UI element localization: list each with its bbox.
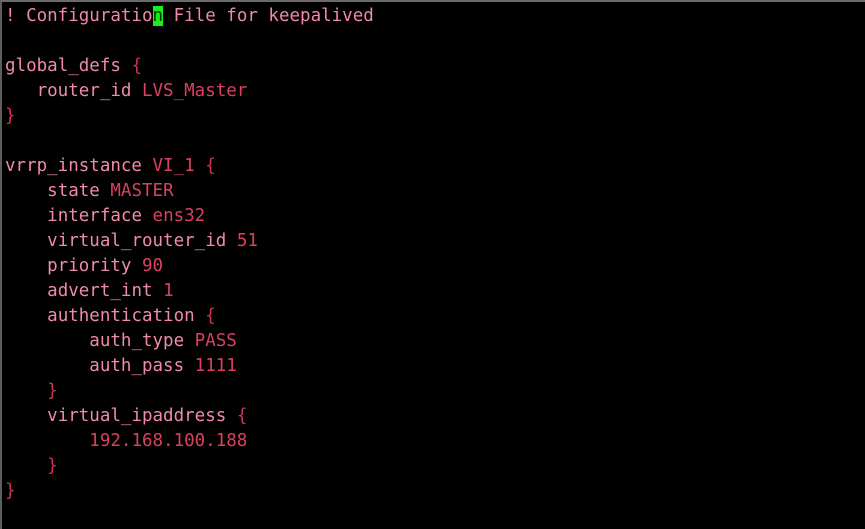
code-token-kw: virtual_router_id [47,231,227,251]
code-token-val: 51 [236,231,258,251]
code-line[interactable]: } [2,454,863,479]
code-line[interactable]: interface ens32 [2,204,863,229]
config-file-text[interactable]: ! Configuration File for keepalived glob… [2,4,863,504]
code-token-val: VI_1 [152,156,195,176]
code-token-val: 192.168.100.188 [89,431,248,451]
code-line[interactable]: auth_type PASS [2,329,863,354]
code-line[interactable]: authentication { [2,304,863,329]
code-token-val: 1111 [194,356,237,376]
code-line[interactable]: priority 90 [2,254,863,279]
code-token-kw: auth_pass [89,356,185,376]
code-line[interactable]: auth_pass 1111 [2,354,863,379]
code-token-brace: } [5,481,16,501]
code-line[interactable]: 192.168.100.188 [2,429,863,454]
code-line[interactable]: virtual_router_id 51 [2,229,863,254]
code-token-kw: global_defs [5,56,121,76]
code-line[interactable]: ! Configuration File for keepalived [2,4,863,29]
code-line[interactable]: virtual_ipaddress { [2,404,863,429]
code-token-kw: interface [47,206,142,226]
code-token-val: ens32 [152,206,206,226]
code-token-kw: vrrp_instance [5,156,142,176]
terminal-window[interactable]: ! Configuration File for keepalived glob… [0,0,865,529]
code-token-kw: auth_type [89,331,185,351]
code-line[interactable]: state MASTER [2,179,863,204]
code-token-kw: router_id [36,81,132,101]
code-line[interactable] [2,129,863,154]
code-token-brace: { [131,56,142,76]
code-token-kw: state [47,181,100,201]
code-token-kw: priority [47,256,132,276]
code-token-val: LVS_Master [141,81,248,101]
code-token-brace: { [236,406,248,426]
text-cursor[interactable]: n [152,6,164,26]
code-token-kw: virtual_ipaddress [47,406,227,426]
code-line[interactable]: vrrp_instance VI_1 { [2,154,863,179]
code-token-val: MASTER [110,181,174,201]
code-token-val: 1 [163,281,174,301]
code-token-brace: { [205,156,216,176]
code-line[interactable] [2,29,863,54]
code-token-comment: File for keepalived [163,6,374,26]
code-line[interactable]: } [2,104,863,129]
code-token-brace: { [205,306,216,326]
code-token-val: 90 [142,256,164,276]
code-token-comment: ! Configuratio [5,6,153,26]
code-line[interactable]: global_defs { [2,54,863,79]
code-line[interactable]: advert_int 1 [2,279,863,304]
code-line[interactable]: router_id LVS_Master [2,79,863,104]
code-line[interactable]: } [2,379,863,404]
code-line[interactable]: } [2,479,863,504]
code-token-brace: } [5,106,16,126]
code-token-kw: advert_int [47,281,153,301]
code-token-brace: } [47,381,58,401]
code-token-kw: authentication [47,306,195,326]
code-token-brace: } [47,456,58,476]
code-token-val: PASS [194,331,237,351]
